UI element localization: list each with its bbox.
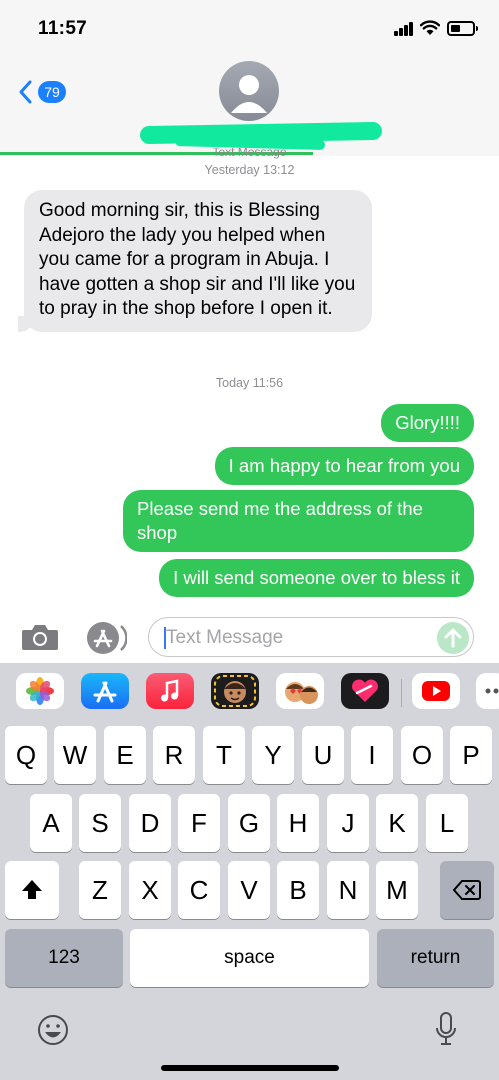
more-apps-button[interactable] [476, 673, 499, 709]
bubble-tail [18, 315, 34, 332]
key[interactable]: P [450, 726, 492, 784]
person-icon [231, 75, 267, 113]
emoji-icon [38, 1015, 68, 1045]
key[interactable]: B [277, 861, 319, 919]
key[interactable]: Y [252, 726, 294, 784]
key[interactable]: L [426, 794, 468, 852]
key[interactable]: M [376, 861, 418, 919]
key[interactable]: U [302, 726, 344, 784]
shift-key[interactable] [5, 861, 59, 919]
key[interactable]: H [277, 794, 319, 852]
memoji-icon [214, 675, 256, 707]
conversation-header: 11:57 79 [0, 0, 499, 156]
battery-icon [447, 21, 478, 36]
backspace-icon [452, 880, 481, 900]
sent-message-bubble[interactable]: Please send me the address of the shop [123, 490, 474, 552]
key[interactable]: S [79, 794, 121, 852]
digital-touch-app-button[interactable] [341, 673, 389, 709]
camera-button[interactable] [20, 622, 60, 652]
app-store-icon [93, 681, 117, 703]
numbers-key[interactable]: 123 [5, 929, 123, 987]
message-input-placeholder: Text Message [166, 627, 284, 648]
unread-count-badge: 79 [38, 81, 66, 103]
key[interactable]: A [30, 794, 72, 852]
key[interactable]: T [203, 726, 245, 784]
key[interactable]: Z [79, 861, 121, 919]
key[interactable]: K [376, 794, 418, 852]
delete-key[interactable] [440, 861, 494, 919]
emoji-button[interactable] [36, 1013, 70, 1047]
received-message-bubble[interactable]: Good morning sir, this is Blessing Adejo… [18, 190, 372, 332]
message-text: Please send me the address of the shop [137, 498, 423, 543]
youtube-icon [422, 681, 450, 701]
music-app-button[interactable] [146, 673, 194, 709]
memoji-app-button[interactable] [211, 673, 259, 709]
memoji-stickers-app-button[interactable] [276, 673, 324, 709]
key[interactable]: Q [5, 726, 47, 784]
key[interactable]: F [178, 794, 220, 852]
key[interactable]: R [153, 726, 195, 784]
app-store-button[interactable] [85, 620, 128, 656]
sent-message-bubble[interactable]: I am happy to hear from you [214, 447, 474, 485]
message-text: I am happy to hear from you [228, 455, 460, 476]
message-text: Good morning sir, this is Blessing Adejo… [39, 200, 356, 319]
space-key[interactable]: space [130, 929, 369, 987]
chevron-left-icon [19, 80, 32, 104]
key[interactable]: C [178, 861, 220, 919]
wifi-icon [420, 20, 440, 35]
status-time: 11:57 [38, 18, 88, 39]
key[interactable]: I [351, 726, 393, 784]
key[interactable]: X [129, 861, 171, 919]
key[interactable]: O [401, 726, 443, 784]
dictation-button[interactable] [434, 1011, 458, 1049]
arrow-up-icon [444, 628, 462, 648]
microphone-icon [436, 1012, 456, 1045]
more-icon [485, 688, 499, 694]
key[interactable]: G [228, 794, 270, 852]
key[interactable]: J [327, 794, 369, 852]
conversation-type-label: Text Message [212, 148, 287, 159]
key[interactable]: N [327, 861, 369, 919]
key[interactable]: W [54, 726, 96, 784]
return-key[interactable]: return [377, 929, 494, 987]
photos-app-button[interactable] [16, 673, 64, 709]
send-button[interactable] [437, 622, 469, 654]
music-icon [161, 679, 179, 702]
sent-message-bubble[interactable]: I will send someone over to bless it [159, 559, 474, 597]
sent-message-bubble[interactable]: Glory!!!! [381, 404, 474, 442]
shift-icon [22, 880, 42, 899]
cellular-signal-icon [394, 22, 414, 36]
back-button[interactable]: 79 [18, 78, 78, 108]
key[interactable]: D [129, 794, 171, 852]
camera-icon [22, 625, 58, 650]
message-timestamp: Yesterday 13:12 [204, 163, 295, 177]
app-store-app-button[interactable] [81, 673, 129, 709]
digital-touch-icon [352, 679, 378, 702]
contact-avatar[interactable] [219, 61, 279, 121]
app-store-icon [87, 622, 128, 654]
key[interactable]: E [104, 726, 146, 784]
message-input[interactable]: Text Message [148, 617, 474, 657]
message-text: I will send someone over to bless it [173, 567, 460, 588]
message-timestamp: Today 11:56 [215, 376, 284, 390]
keyboard: Q W E R T Y U I O P A S D F G H J K L Z … [0, 713, 499, 1080]
youtube-app-button[interactable] [412, 673, 460, 709]
message-text: Glory!!!! [395, 412, 460, 433]
home-indicator [161, 1065, 339, 1071]
photos-icon [26, 677, 54, 705]
key[interactable]: V [228, 861, 270, 919]
memoji-stickers-icon [285, 682, 318, 704]
app-strip-divider [401, 679, 402, 707]
